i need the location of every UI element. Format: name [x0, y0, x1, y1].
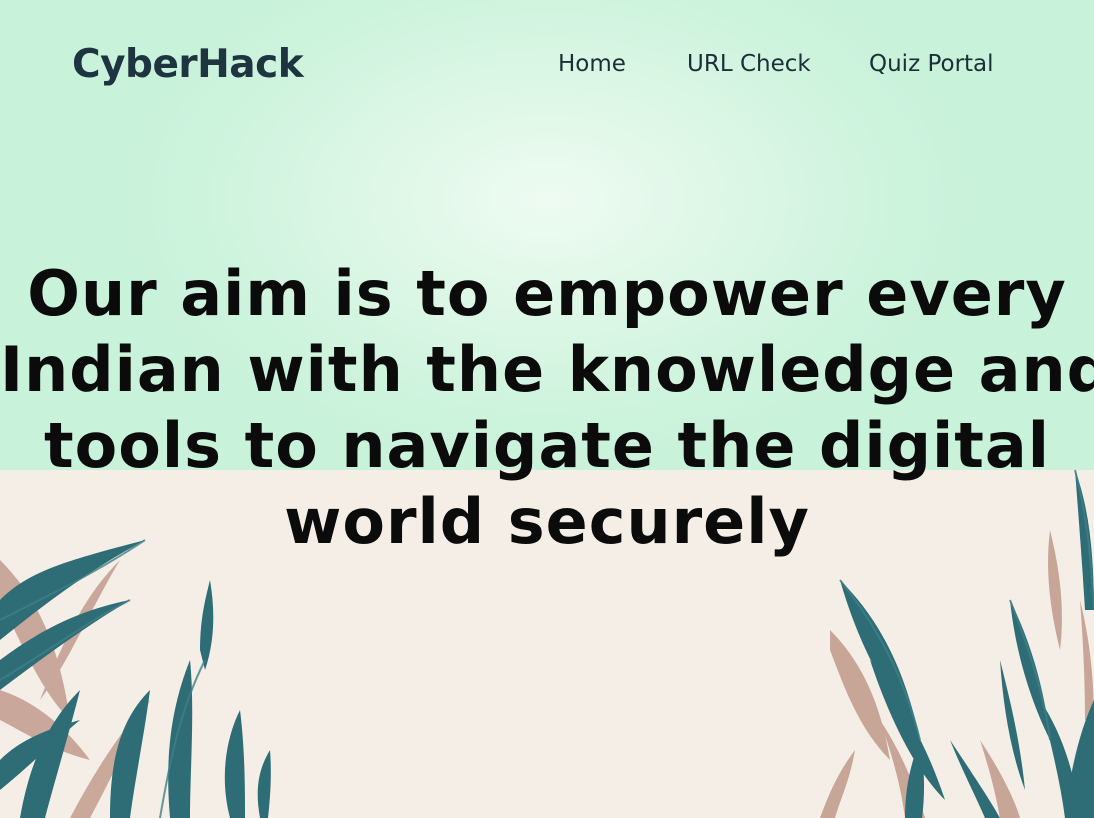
nav-link-url-check[interactable]: URL Check — [687, 48, 811, 80]
nav-link-home[interactable]: Home — [558, 48, 626, 80]
site-header: CyberHack Home URL Check Quiz Portal — [0, 0, 1094, 130]
landing-page: CyberHack Home URL Check Quiz Portal Our… — [0, 0, 1094, 818]
hero-line: Our aim is to empower every — [27, 257, 1067, 330]
brand-logo[interactable]: CyberHack — [72, 40, 304, 90]
hero-heading: Our aim is to empower every Indian with … — [0, 256, 1094, 560]
nav-link-quiz-portal[interactable]: Quiz Portal — [869, 48, 994, 80]
hero-line: Indian with the knowledge and — [0, 333, 1094, 406]
hero-line: world securely — [284, 485, 810, 558]
hero-line: tools to navigate the digital — [44, 409, 1050, 482]
